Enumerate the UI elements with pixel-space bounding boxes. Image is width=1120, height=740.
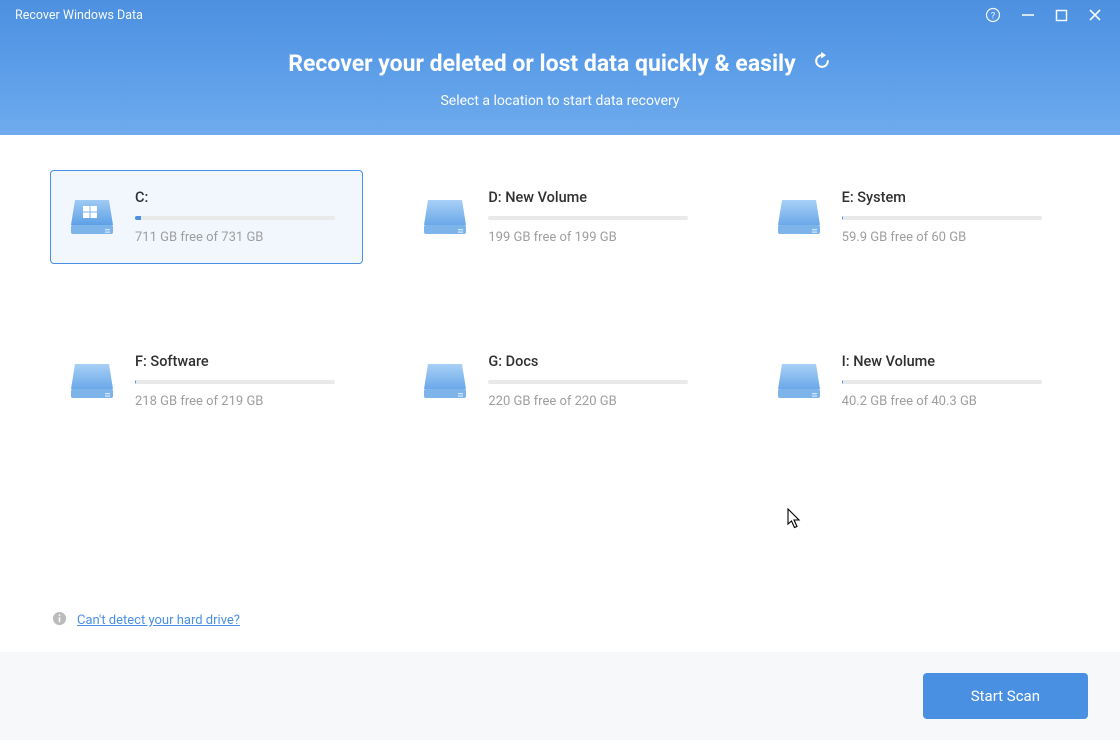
info-icon: [52, 611, 67, 630]
drive-usage-bar: [488, 216, 688, 220]
drive-free-text: 199 GB free of 199 GB: [488, 230, 695, 245]
drive-item[interactable]: G: Docs 220 GB free of 220 GB: [403, 334, 716, 428]
drive-free-text: 218 GB free of 219 GB: [135, 394, 342, 409]
start-scan-button[interactable]: Start Scan: [923, 673, 1088, 719]
drive-label: I: New Volume: [842, 353, 1049, 370]
drive-icon: [69, 361, 115, 401]
cursor-icon: [787, 508, 803, 534]
drive-usage-bar: [135, 216, 335, 220]
page-headline: Recover your deleted or lost data quickl…: [288, 50, 795, 77]
drive-info: G: Docs 220 GB free of 220 GB: [488, 353, 695, 409]
detect-hard-drive-link[interactable]: Can't detect your hard drive?: [77, 613, 240, 628]
drive-icon: [422, 361, 468, 401]
drive-info: D: New Volume 199 GB free of 199 GB: [488, 189, 695, 245]
svg-text:?: ?: [991, 11, 996, 22]
headline-area: Recover your deleted or lost data quickl…: [0, 30, 1120, 109]
window-controls: ?: [985, 7, 1110, 23]
minimize-icon[interactable]: [1021, 8, 1035, 22]
drive-info: E: System 59.9 GB free of 60 GB: [842, 189, 1049, 245]
footer: Start Scan: [0, 652, 1120, 740]
drive-free-text: 59.9 GB free of 60 GB: [842, 230, 1049, 245]
help-icon[interactable]: ?: [985, 7, 1001, 23]
drive-item[interactable]: I: New Volume 40.2 GB free of 40.3 GB: [757, 334, 1070, 428]
headline-row: Recover your deleted or lost data quickl…: [288, 50, 831, 77]
drive-label: F: Software: [135, 353, 342, 370]
drive-info: F: Software 218 GB free of 219 GB: [135, 353, 342, 409]
drive-item[interactable]: E: System 59.9 GB free of 60 GB: [757, 170, 1070, 264]
drive-usage-bar: [842, 216, 1042, 220]
drive-label: C:: [135, 189, 342, 206]
drive-item[interactable]: D: New Volume 199 GB free of 199 GB: [403, 170, 716, 264]
drive-grid: C: 711 GB free of 731 GB D: New Volume 199 …: [50, 170, 1070, 428]
drive-icon: [69, 197, 115, 237]
main-content: C: 711 GB free of 731 GB D: New Volume 199 …: [0, 135, 1120, 428]
drive-icon: [776, 361, 822, 401]
drive-usage-bar: [488, 380, 688, 384]
drive-info: I: New Volume 40.2 GB free of 40.3 GB: [842, 353, 1049, 409]
close-icon[interactable]: [1088, 8, 1102, 22]
drive-label: D: New Volume: [488, 189, 695, 206]
app-title: Recover Windows Data: [10, 8, 143, 23]
drive-icon: [422, 197, 468, 237]
drive-info: C: 711 GB free of 731 GB: [135, 189, 342, 245]
refresh-icon[interactable]: [812, 50, 832, 77]
drive-item[interactable]: F: Software 218 GB free of 219 GB: [50, 334, 363, 428]
drive-icon: [776, 197, 822, 237]
drive-usage-bar: [842, 380, 1042, 384]
drive-label: G: Docs: [488, 353, 695, 370]
titlebar: Recover Windows Data ?: [0, 0, 1120, 30]
page-subheadline: Select a location to start data recovery: [0, 93, 1120, 109]
drive-label: E: System: [842, 189, 1049, 206]
detect-row: Can't detect your hard drive?: [52, 611, 240, 630]
drive-free-text: 220 GB free of 220 GB: [488, 394, 695, 409]
drive-usage-bar: [135, 380, 335, 384]
drive-free-text: 711 GB free of 731 GB: [135, 230, 342, 245]
header: Recover Windows Data ? Recover your dele…: [0, 0, 1120, 135]
drive-item[interactable]: C: 711 GB free of 731 GB: [50, 170, 363, 264]
maximize-icon[interactable]: [1055, 9, 1068, 22]
drive-free-text: 40.2 GB free of 40.3 GB: [842, 394, 1049, 409]
